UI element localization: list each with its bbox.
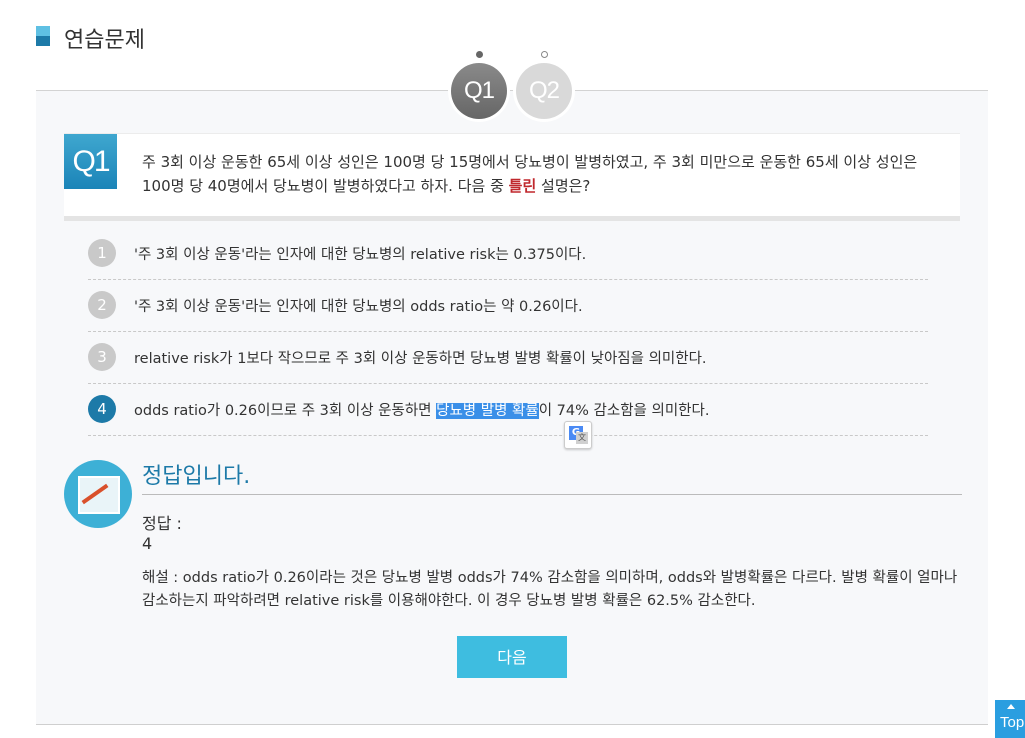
answer-label: 정답 : bbox=[142, 514, 182, 533]
option-text: '주 3회 이상 운동'라는 인자에 대한 당뇨병의 relative risk… bbox=[134, 247, 587, 263]
answer-title: 정답입니다. bbox=[142, 464, 251, 489]
answer-divider bbox=[142, 494, 962, 495]
question-emphasis: 틀린 bbox=[508, 177, 537, 195]
options-list: 1 '주 3회 이상 운동'라는 인자에 대한 당뇨병의 relative ri… bbox=[88, 228, 928, 436]
option-2[interactable]: 2 '주 3회 이상 운동'라는 인자에 대한 당뇨병의 odds ratio는… bbox=[88, 280, 928, 332]
q1-indicator-dot bbox=[476, 51, 483, 58]
option-text: relative risk가 1보다 작으므로 주 3회 이상 운동하면 당뇨병… bbox=[134, 351, 707, 367]
top-label: Top bbox=[1000, 714, 1025, 731]
option-number-selected: 4 bbox=[88, 395, 116, 423]
option-1[interactable]: 1 '주 3회 이상 운동'라는 인자에 대한 당뇨병의 relative ri… bbox=[88, 228, 928, 280]
page-title: 연습문제 bbox=[64, 28, 145, 53]
question-nav-q2[interactable]: Q2 bbox=[516, 63, 572, 119]
question-nav-q1[interactable]: Q1 bbox=[451, 63, 507, 119]
q2-indicator-dot bbox=[541, 51, 548, 58]
option-number: 1 bbox=[88, 239, 116, 267]
option-text-end: 이 74% 감소함을 의미한다. bbox=[538, 403, 710, 419]
scroll-top-button[interactable]: Top bbox=[995, 700, 1025, 738]
selected-text-highlight: 당뇨병 발병 확률 bbox=[436, 403, 539, 419]
option-text: odds ratio가 0.26이므로 주 3회 이상 운동하면 당뇨병 발병 … bbox=[134, 399, 709, 420]
option-number: 2 bbox=[88, 291, 116, 319]
option-text-start: odds ratio가 0.26이므로 주 3회 이상 운동하면 bbox=[134, 403, 437, 419]
answer-check-icon bbox=[64, 460, 132, 528]
next-button[interactable]: 다음 bbox=[457, 636, 567, 678]
option-3[interactable]: 3 relative risk가 1보다 작으므로 주 3회 이상 운동하면 당… bbox=[88, 332, 928, 384]
header-square-icon bbox=[36, 26, 50, 46]
arrow-up-icon bbox=[1007, 704, 1015, 709]
answer-explanation: 해설 : odds ratio가 0.26이라는 것은 당뇨병 발병 odds가… bbox=[142, 570, 958, 609]
translate-icon[interactable]: G 文 bbox=[564, 421, 592, 449]
option-4[interactable]: 4 odds ratio가 0.26이므로 주 3회 이상 운동하면 당뇨병 발… bbox=[88, 384, 928, 436]
question-badge: Q1 bbox=[64, 134, 117, 189]
answer-value: 4 bbox=[142, 534, 153, 553]
option-number: 3 bbox=[88, 343, 116, 371]
option-text: '주 3회 이상 운동'라는 인자에 대한 당뇨병의 odds ratio는 약… bbox=[134, 299, 583, 315]
question-text: 주 3회 이상 운동한 65세 이상 성인은 100명 당 15명에서 당뇨병이… bbox=[142, 150, 942, 198]
question-text-end: 설명은? bbox=[536, 177, 591, 195]
question-box: Q1 주 3회 이상 운동한 65세 이상 성인은 100명 당 15명에서 당… bbox=[64, 133, 960, 221]
